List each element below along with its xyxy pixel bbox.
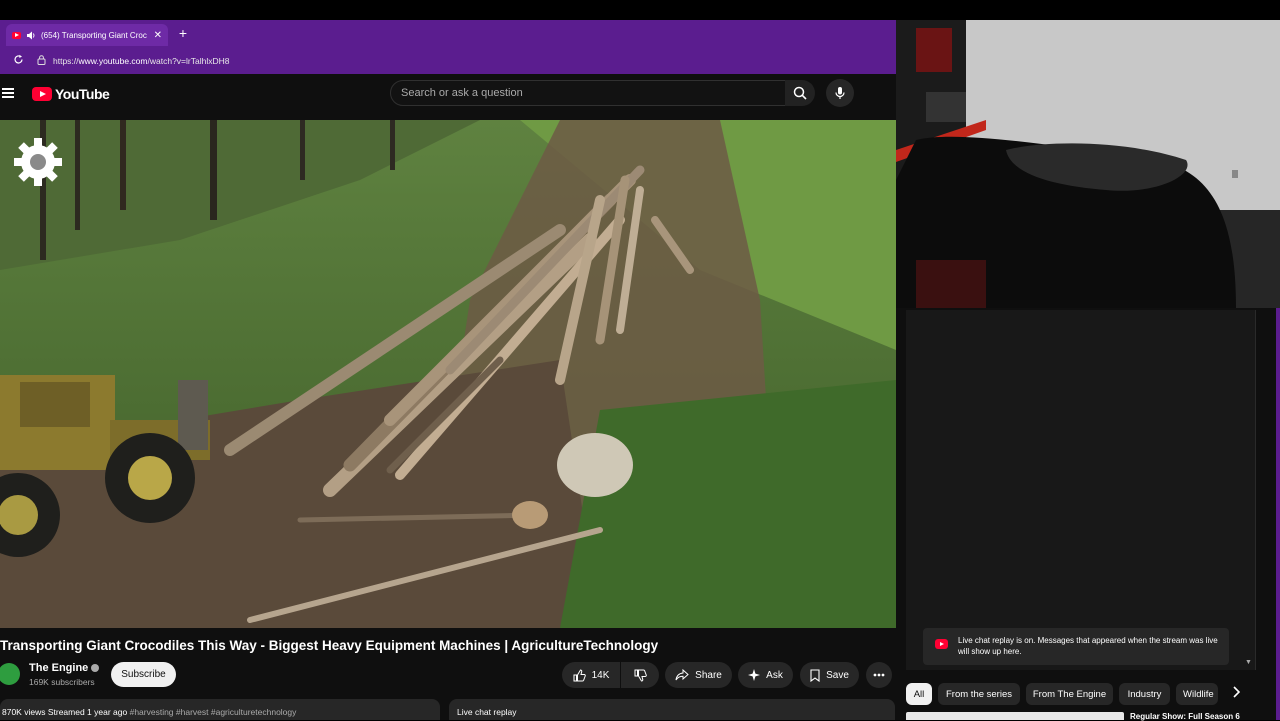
save-button[interactable]: Save [800, 662, 859, 688]
microphone-icon [835, 87, 845, 99]
url-host: www.youtube.com [78, 56, 148, 66]
search-button[interactable] [785, 80, 815, 106]
menu-icon[interactable] [2, 88, 14, 98]
share-label: Share [695, 669, 722, 681]
youtube-logo-icon [32, 87, 52, 101]
share-button[interactable]: Share [665, 662, 732, 688]
new-tab-button[interactable]: + [176, 25, 190, 41]
channel-watermark-gear-icon[interactable] [12, 136, 64, 188]
like-count: 14K [591, 669, 610, 681]
browser-tab-title: (654) Transporting Giant Croc [41, 30, 147, 40]
youtube-icon [935, 639, 948, 649]
video-title: Transporting Giant Crocodiles This Way -… [0, 638, 659, 653]
chat-replay-notice-text: Live chat replay is on. Messages that ap… [958, 636, 1218, 656]
search-icon [793, 86, 807, 100]
channel-name-text: The Engine [29, 662, 89, 674]
chevron-right-icon[interactable] [1232, 686, 1241, 701]
thumbs-down-icon [634, 669, 647, 682]
search-input[interactable]: Search or ask a question [390, 80, 786, 106]
youtube-logo[interactable]: YouTube [32, 86, 110, 102]
share-icon [675, 669, 689, 681]
url-text[interactable]: https://www.youtube.com/watch?v=lrTalhlx… [53, 56, 229, 66]
right-edge-border [1276, 308, 1280, 720]
scroll-down-arrow-icon[interactable]: ▼ [1245, 659, 1252, 666]
description-box[interactable]: 870K views Streamed 1 year ago #harvesti… [0, 699, 440, 720]
webcam-image [896, 20, 1280, 308]
site-info-icon[interactable] [37, 55, 46, 67]
youtube-logo-text: YouTube [55, 86, 110, 102]
top-black-bar [0, 0, 1280, 20]
more-actions-button[interactable] [866, 662, 892, 688]
webcam-overlay [896, 20, 1280, 308]
ask-label: Ask [766, 669, 783, 681]
chip-from-the-engine[interactable]: From The Engine [1026, 683, 1113, 705]
subscribe-button[interactable]: Subscribe [111, 662, 176, 687]
thumbs-up-icon [573, 668, 586, 681]
ask-button[interactable]: Ask [738, 662, 793, 688]
chip-from-the-series[interactable]: From the series [938, 683, 1020, 705]
save-label: Save [826, 669, 849, 681]
url-prefix: https:// [53, 56, 79, 66]
bookmark-icon [810, 668, 820, 682]
close-tab-icon[interactable]: ✕ [154, 30, 162, 41]
channel-name[interactable]: The Engine [29, 662, 100, 674]
url-path: /watch?v=lrTalhlxDH8 [147, 56, 230, 66]
youtube-favicon-icon [12, 31, 21, 39]
up-next-thumbnail[interactable] [906, 712, 1124, 720]
sparkle-icon [748, 669, 761, 681]
chip-wildlife[interactable]: Wildlife [1176, 683, 1218, 705]
chat-replay-notice: Live chat replay is on. Messages that ap… [923, 628, 1229, 665]
like-button[interactable]: 14K [562, 662, 620, 688]
video-frame-image [0, 120, 896, 628]
voice-search-button[interactable] [826, 79, 854, 107]
speaker-icon[interactable] [26, 31, 36, 40]
more-dots-icon [873, 673, 885, 677]
browser-tab[interactable]: (654) Transporting Giant Croc ✕ [6, 24, 168, 46]
reload-icon[interactable] [11, 54, 25, 68]
live-chat-panel[interactable] [906, 310, 1256, 670]
subscriber-count: 169K subscribers [29, 677, 95, 687]
view-count-and-date: 870K views Streamed 1 year ago [2, 707, 128, 717]
chip-industry[interactable]: Industry [1119, 683, 1170, 705]
verified-icon [91, 664, 100, 673]
video-player[interactable] [0, 120, 896, 628]
chip-all[interactable]: All [906, 683, 932, 705]
live-chat-replay-header[interactable]: Live chat replay [449, 699, 895, 720]
dislike-button[interactable] [621, 662, 659, 688]
description-hashtags[interactable]: #harvesting #harvest #agriculturetechnol… [130, 707, 297, 717]
